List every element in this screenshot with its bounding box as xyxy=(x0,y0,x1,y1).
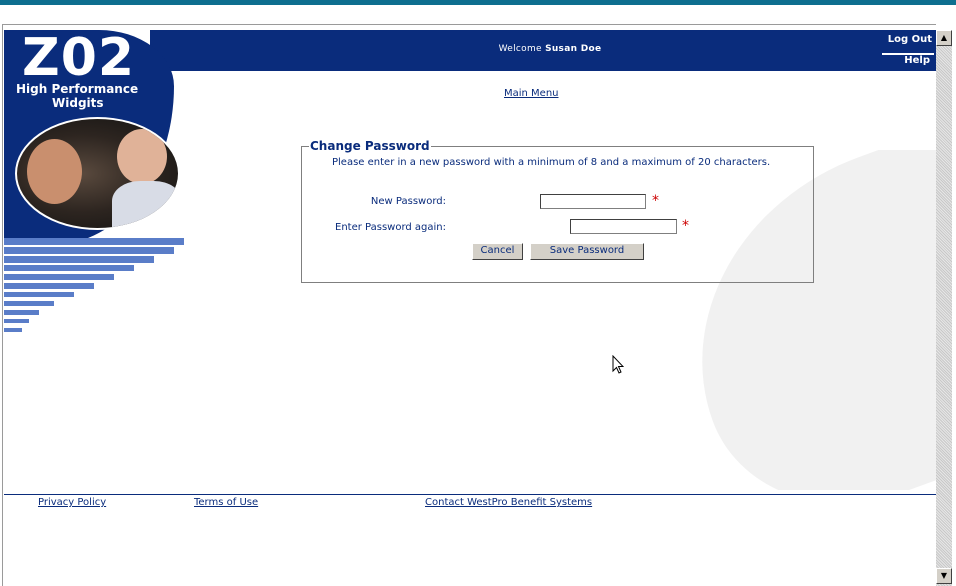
privacy-policy-link[interactable]: Privacy Policy xyxy=(38,497,106,508)
logo-stripe xyxy=(4,256,154,263)
footer-divider xyxy=(4,494,936,495)
cancel-button[interactable]: Cancel xyxy=(472,243,523,260)
family-photo xyxy=(15,117,180,230)
confirm-password-input[interactable] xyxy=(570,219,677,234)
vertical-scrollbar[interactable] xyxy=(936,30,952,586)
logo-stripe xyxy=(4,328,22,332)
logo-stripe xyxy=(4,274,114,280)
logout-link[interactable]: Log Out xyxy=(870,34,932,45)
confirm-password-required-marker: * xyxy=(682,218,689,234)
user-name: Susan Doe xyxy=(545,44,602,54)
contact-link[interactable]: Contact WestPro Benefit Systems xyxy=(425,497,592,508)
password-instructions: Please enter in a new password with a mi… xyxy=(332,157,771,168)
logo-tagline-2: Widgits xyxy=(52,96,104,110)
down-arrow-icon[interactable]: ▼ xyxy=(936,568,952,584)
main-menu-link[interactable]: Main Menu xyxy=(504,88,559,99)
logo-tagline-1: High Performance xyxy=(16,82,139,96)
logo-stripe xyxy=(4,310,39,315)
logo-stripe xyxy=(4,265,134,271)
change-password-legend: Change Password xyxy=(309,139,431,153)
logo-stripe xyxy=(4,319,29,323)
logo-stripe xyxy=(4,301,54,306)
new-password-input[interactable] xyxy=(540,194,646,209)
help-link[interactable]: Help xyxy=(882,53,934,67)
logo-stripe xyxy=(4,292,74,297)
confirm-password-label: Enter Password again: xyxy=(335,222,446,233)
up-arrow-icon[interactable]: ▲ xyxy=(936,30,952,46)
logo-stripe xyxy=(4,247,174,254)
mouse-pointer-icon xyxy=(612,355,624,374)
logo-brand: Z02 xyxy=(22,28,136,88)
new-password-required-marker: * xyxy=(652,193,659,209)
terms-of-use-link[interactable]: Terms of Use xyxy=(194,497,258,508)
save-password-button[interactable]: Save Password xyxy=(530,243,644,260)
logo-stripe xyxy=(4,283,94,289)
new-password-label: New Password: xyxy=(370,196,446,207)
welcome-message: Welcome Susan Doe xyxy=(498,44,602,54)
logo-stripe xyxy=(4,238,184,245)
